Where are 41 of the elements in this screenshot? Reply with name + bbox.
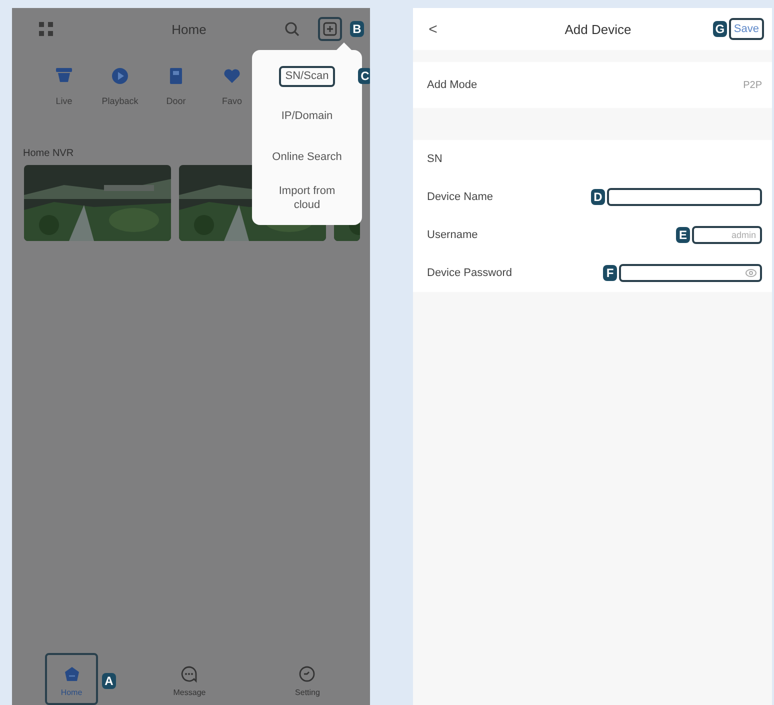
quick-action-label[interactable]: Live (56, 96, 72, 106)
tab-button[interactable]: Message (162, 653, 216, 705)
favorite-icon (222, 66, 242, 86)
eye-icon (745, 268, 757, 278)
callout-badge: G (712, 21, 727, 37)
grid-icon (38, 21, 54, 37)
quick-action-label[interactable]: Playback (102, 96, 138, 106)
menu-item[interactable]: Import from cloud (263, 182, 351, 214)
search-icon (284, 21, 300, 37)
field-value: P2P (743, 80, 762, 90)
home-icon (62, 665, 80, 683)
callout-badge: B (350, 21, 364, 37)
setting-icon (298, 665, 316, 683)
save-button[interactable]: Save (728, 18, 764, 40)
callout-badge: A (102, 673, 116, 689)
tab-button[interactable]: Home (45, 653, 98, 705)
callout-badge: E (676, 227, 690, 243)
add-button[interactable] (318, 17, 342, 41)
field-label: Device Name (427, 191, 494, 203)
callout-badge: F (603, 265, 617, 281)
menu-item[interactable]: Online Search (268, 149, 346, 167)
input-field[interactable] (607, 188, 762, 206)
screen-title: Home (170, 22, 208, 36)
playback-icon (110, 66, 130, 86)
input-field[interactable] (619, 264, 762, 282)
quick-action-label[interactable]: Door (166, 96, 186, 106)
section-title: Home NVR (23, 148, 74, 159)
input-field[interactable]: admin (692, 226, 762, 244)
tab-button[interactable]: Setting (280, 653, 334, 705)
callout-badge: C (358, 68, 370, 84)
quick-action-label[interactable]: Favo (222, 96, 242, 106)
back-button[interactable]: < (423, 20, 443, 38)
plus-icon (323, 22, 337, 36)
field-label: Device Password (427, 267, 512, 279)
field-label: SN (427, 153, 442, 165)
menu-item[interactable]: IP/Domain (277, 108, 337, 126)
field-label: Add Mode (427, 79, 478, 91)
screen-title: Add Device (564, 22, 632, 36)
message-icon (180, 665, 198, 683)
callout-badge: D (591, 189, 605, 205)
field-label: Username (427, 229, 478, 241)
